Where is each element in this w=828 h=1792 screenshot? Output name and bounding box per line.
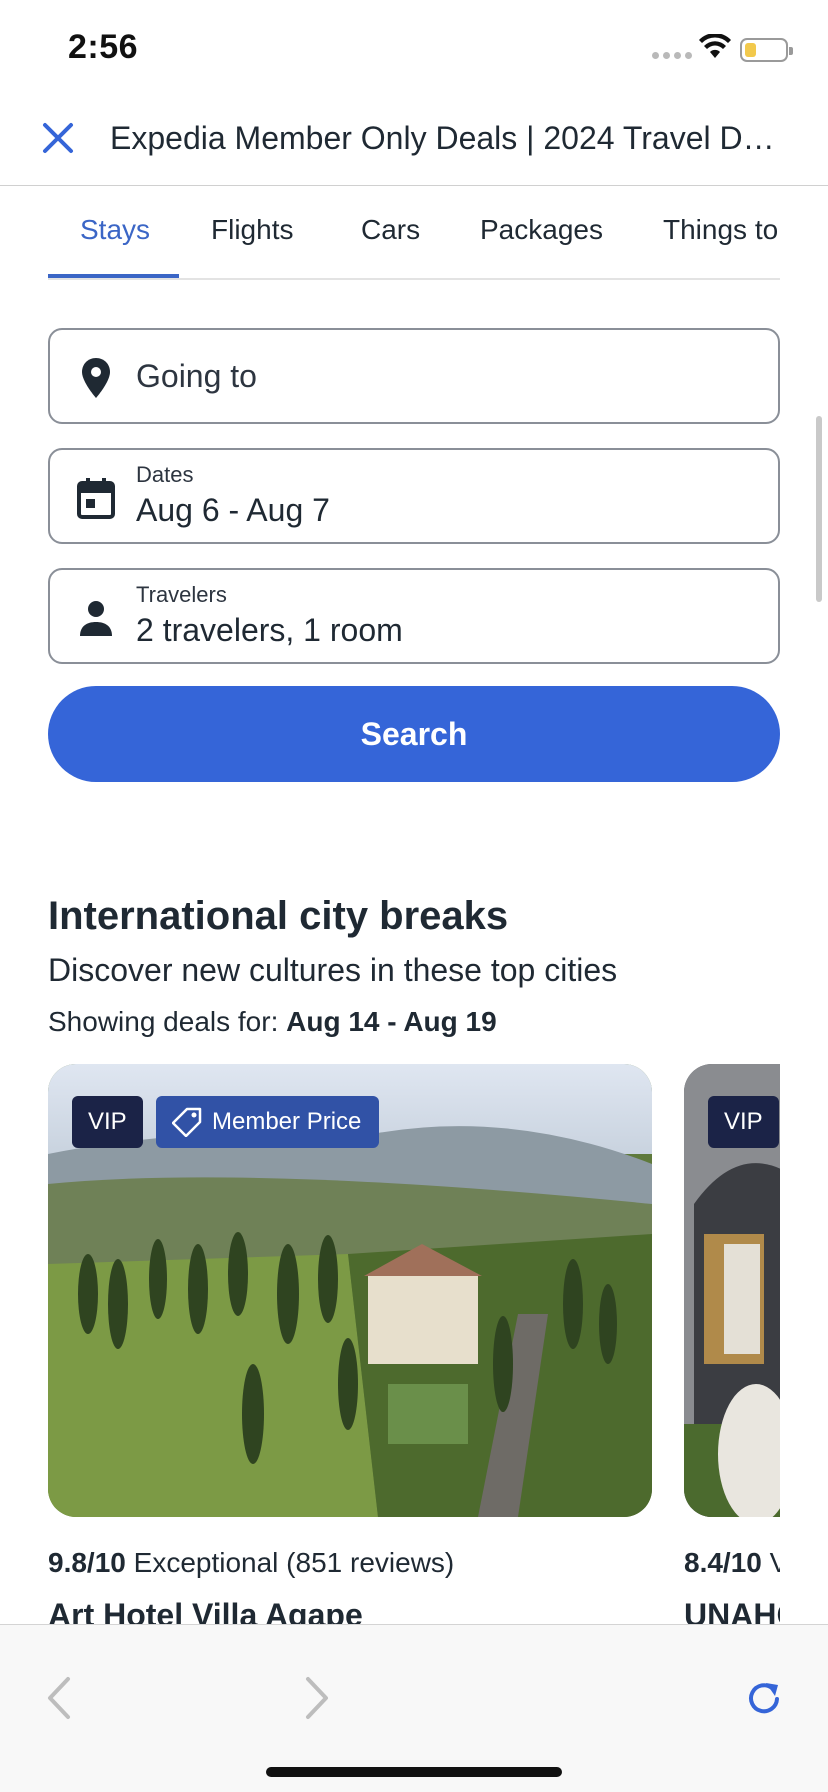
dates-label: Dates bbox=[136, 462, 194, 487]
deal-dates-prefix: Showing deals for: bbox=[48, 1006, 279, 1037]
reload-icon[interactable] bbox=[744, 1679, 784, 1719]
section-title: International city breaks bbox=[48, 894, 509, 938]
destination-field[interactable]: Going to bbox=[48, 328, 780, 424]
browser-toolbar bbox=[0, 1624, 828, 1792]
product-tabs: Stays Flights Cars Packages Things to do bbox=[48, 186, 780, 280]
dates-value: Aug 6 - Aug 7 bbox=[136, 492, 330, 528]
tag-icon bbox=[172, 1107, 202, 1137]
chevron-left-icon[interactable] bbox=[44, 1675, 74, 1721]
hotel-photo[interactable]: VIP bbox=[684, 1064, 780, 1517]
tab-packages[interactable]: Packages bbox=[480, 214, 603, 246]
hotel-card[interactable]: VIP 8.4/10 Very Good UNAHOTELS bbox=[684, 1064, 780, 1624]
rating-score: 8.4/10 bbox=[684, 1547, 762, 1578]
close-button[interactable] bbox=[36, 116, 80, 160]
dates-field[interactable]: Dates Aug 6 - Aug 7 bbox=[48, 448, 780, 544]
vip-badge: VIP bbox=[72, 1096, 143, 1148]
browser-nav-bar: Expedia Member Only Deals | 2024 Travel … bbox=[0, 100, 828, 186]
hotel-name[interactable]: UNAHOTELS bbox=[684, 1597, 780, 1624]
hotel-rating: 8.4/10 Very Good bbox=[684, 1547, 780, 1579]
tab-stays[interactable]: Stays bbox=[80, 214, 150, 246]
section-subtitle: Discover new cultures in these top citie… bbox=[48, 952, 618, 988]
page-title: Expedia Member Only Deals | 2024 Travel … bbox=[110, 120, 790, 156]
wifi-icon bbox=[699, 34, 731, 58]
scrollbar[interactable] bbox=[816, 416, 822, 602]
rating-score: 9.8/10 bbox=[48, 1547, 126, 1578]
deal-dates-line: Showing deals for: Aug 14 - Aug 19 bbox=[48, 1006, 497, 1038]
hotel-rating: 9.8/10 Exceptional (851 reviews) bbox=[48, 1547, 652, 1579]
tab-flights[interactable]: Flights bbox=[211, 214, 293, 246]
rating-text: Exceptional (851 reviews) bbox=[133, 1547, 455, 1578]
hotel-card[interactable]: VIP Member Price 9.8/10 Exceptional (851… bbox=[48, 1064, 652, 1624]
calendar-icon bbox=[76, 476, 116, 520]
vip-badge: VIP bbox=[708, 1096, 779, 1148]
hotel-carousel[interactable]: VIP Member Price 9.8/10 Exceptional (851… bbox=[48, 1064, 780, 1624]
rating-text: Very Good bbox=[769, 1547, 780, 1578]
close-icon bbox=[43, 123, 73, 153]
status-time: 2:56 bbox=[68, 28, 139, 66]
battery-icon bbox=[740, 38, 793, 62]
travelers-field[interactable]: Travelers 2 travelers, 1 room bbox=[48, 568, 780, 664]
person-icon bbox=[76, 596, 116, 640]
active-tab-indicator bbox=[48, 274, 179, 278]
tab-things-to-do[interactable]: Things to do bbox=[663, 214, 780, 246]
hotel-photo[interactable]: VIP Member Price bbox=[48, 1064, 652, 1517]
hotel-name[interactable]: Art Hotel Villa Agape bbox=[48, 1597, 652, 1624]
travelers-value: 2 travelers, 1 room bbox=[136, 612, 403, 648]
tab-cars[interactable]: Cars bbox=[361, 214, 420, 246]
cellular-signal-icon bbox=[652, 52, 692, 59]
deal-dates-value: Aug 14 - Aug 19 bbox=[286, 1006, 497, 1037]
destination-placeholder: Going to bbox=[136, 358, 257, 394]
member-price-badge: Member Price bbox=[156, 1096, 380, 1148]
status-bar: 2:56 bbox=[0, 0, 828, 96]
chevron-right-icon[interactable] bbox=[302, 1675, 332, 1721]
home-indicator bbox=[266, 1767, 562, 1777]
member-price-label: Member Price bbox=[212, 1108, 362, 1135]
search-button[interactable]: Search bbox=[48, 686, 780, 782]
location-pin-icon bbox=[76, 356, 116, 400]
travelers-label: Travelers bbox=[136, 582, 227, 607]
